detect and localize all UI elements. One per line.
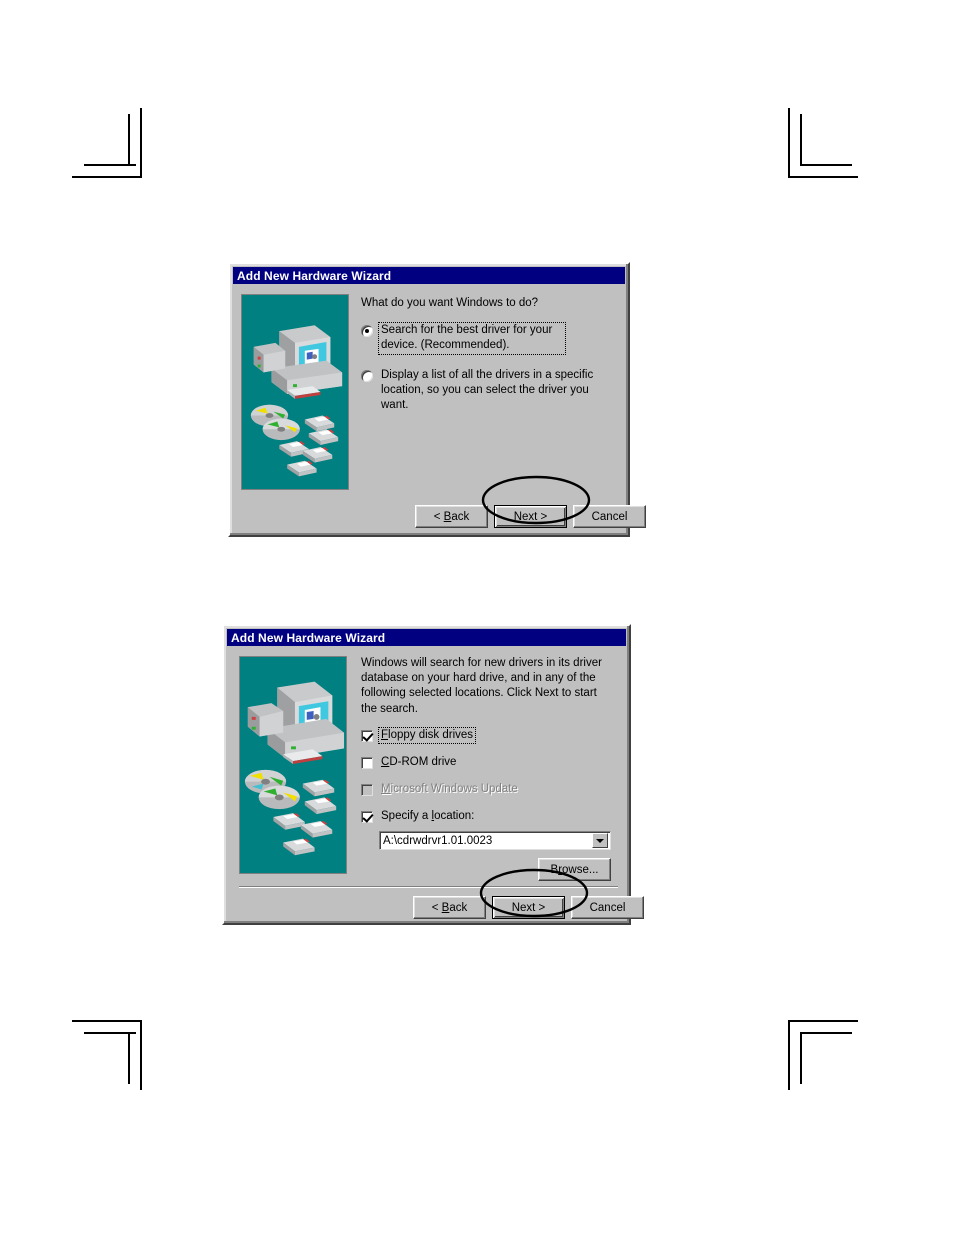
checkbox-label-microsoft-windows-update: Microsoft Windows Update xyxy=(381,783,518,796)
checkbox-icon-specify-a-location[interactable] xyxy=(361,811,373,824)
radio-icon-search-best-driver[interactable] xyxy=(361,325,373,338)
checkbox-specify-a-location[interactable]: Specify a location: xyxy=(361,809,618,824)
dialog-2-content: Windows will search for new drivers in i… xyxy=(361,656,618,882)
cancel-button-2[interactable]: Cancel xyxy=(571,896,644,919)
radio-icon-display-list[interactable] xyxy=(361,369,373,382)
computer-cds-floppies-illustration-2 xyxy=(244,681,345,856)
location-combo-value: A:\cdrwdrvr1.01.0023 xyxy=(383,834,493,847)
computer-cds-floppies-illustration xyxy=(250,325,343,477)
dialog-2-title: Add New Hardware Wizard xyxy=(231,630,386,645)
next-button-1-label: Next > xyxy=(513,510,548,523)
cancel-button-1[interactable]: Cancel xyxy=(573,505,646,528)
dialog-1-button-row: < Back Next > Cancel xyxy=(415,505,646,528)
dialog-1-content: What do you want Windows to do? Search f… xyxy=(361,296,617,413)
back-button-2[interactable]: < Back xyxy=(413,896,486,919)
checkbox-label-cd-rom-drive: CD-ROM drive xyxy=(381,755,457,768)
browse-button-label: Browse... xyxy=(550,863,599,876)
crop-mark-bottom-right xyxy=(788,1020,858,1090)
checkbox-icon-microsoft-windows-update xyxy=(361,784,373,797)
next-button-1[interactable]: Next > xyxy=(494,505,567,528)
back-button-1[interactable]: < Back xyxy=(415,505,488,528)
browse-button[interactable]: Browse... xyxy=(538,858,611,882)
dialog-2-titlebar: Add New Hardware Wizard xyxy=(227,629,626,646)
next-button-2-label: Next > xyxy=(511,901,546,914)
dialog-1-prompt: What do you want Windows to do? xyxy=(361,297,539,309)
radio-option-display-list[interactable]: Display a list of all the drivers in a s… xyxy=(361,368,617,414)
dialog-2-button-row: < Back Next > Cancel xyxy=(413,896,644,919)
checkbox-label-specify-a-location: Specify a location: xyxy=(381,810,475,823)
wizard-artwork-panel-1 xyxy=(241,294,349,490)
radio-label-display-list: Display a list of all the drivers in a s… xyxy=(381,368,594,411)
crop-mark-bottom-left xyxy=(72,1020,142,1090)
add-new-hardware-wizard-dialog-1: Add New Hardware Wizard What do you want… xyxy=(228,262,646,537)
cancel-button-2-label: Cancel xyxy=(589,901,626,914)
cancel-button-1-label: Cancel xyxy=(591,510,628,523)
radio-label-search-best-driver: Search for the best driver for your devi… xyxy=(378,322,566,355)
location-combo-box[interactable]: A:\cdrwdrvr1.01.0023 xyxy=(379,831,611,851)
checkbox-microsoft-windows-update: Microsoft Windows Update xyxy=(361,782,618,797)
checkbox-floppy-disk-drives[interactable]: Floppy disk drives xyxy=(361,726,618,744)
dialog-1-title: Add New Hardware Wizard xyxy=(237,268,392,283)
button-row-separator xyxy=(239,886,618,888)
radio-option-search-best-driver[interactable]: Search for the best driver for your devi… xyxy=(361,322,617,355)
dialog-2-prompt: Windows will search for new drivers in i… xyxy=(361,657,602,715)
dialog-1-titlebar: Add New Hardware Wizard xyxy=(233,267,625,284)
add-new-hardware-wizard-dialog-2: Add New Hardware Wizard Windows will sea… xyxy=(222,624,644,925)
crop-mark-top-left xyxy=(72,108,142,178)
chevron-down-icon[interactable] xyxy=(592,833,608,849)
next-button-2[interactable]: Next > xyxy=(492,896,565,919)
checkbox-cd-rom-drive[interactable]: CD-ROM drive xyxy=(361,755,618,770)
wizard-artwork-panel-2 xyxy=(239,656,347,874)
checkbox-icon-cd-rom-drive[interactable] xyxy=(361,756,373,769)
checkbox-label-floppy-disk-drives: Floppy disk drives xyxy=(377,726,477,744)
checkbox-icon-floppy-disk-drives[interactable] xyxy=(361,729,373,742)
crop-mark-top-right xyxy=(788,108,858,178)
